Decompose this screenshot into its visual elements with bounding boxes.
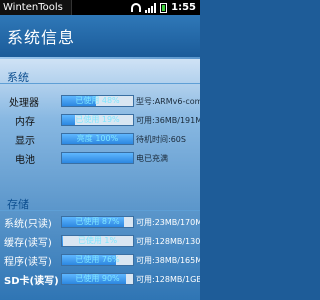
row-battery[interactable]: 电池 电已充满 xyxy=(0,151,200,166)
row-label: SD卡(读写) xyxy=(4,276,59,287)
row-cache-storage[interactable]: 缓存(读写) 已使用 1% 可用:128MB/130MB xyxy=(0,234,200,249)
progress-text: 已使用 87% xyxy=(75,217,120,226)
progress-bar: 亮度 100% xyxy=(61,133,134,145)
row-value: 电已充满 xyxy=(136,154,168,163)
progress-bar xyxy=(61,152,134,164)
row-value: 可用:128MB/130MB xyxy=(136,237,200,246)
row-label: 缓存(读写) xyxy=(4,238,52,249)
progress-text: 已使用 1% xyxy=(77,236,118,245)
row-system-storage[interactable]: 系统(只读) 已使用 87% 可用:23MB/170MB xyxy=(0,215,200,230)
row-cpu[interactable]: 处理器 已使用 48% 型号:ARMv6-compatible xyxy=(0,94,200,109)
progress-text: 已使用 76% xyxy=(75,255,120,264)
row-label: 系统(只读) xyxy=(4,219,52,230)
row-app-storage[interactable]: 程序(读写) 已使用 76% 可用:38MB/165MB xyxy=(0,253,200,268)
row-memory[interactable]: 内存 已使用 19% 可用:36MB/191MB xyxy=(0,113,200,128)
row-label: 处理器 xyxy=(9,98,39,109)
progress-bar: 已使用 1% xyxy=(61,235,134,247)
status-app-name: WintenTools xyxy=(0,0,72,15)
row-value: 待机时间:60S xyxy=(136,135,186,144)
row-label: 内存 xyxy=(15,117,35,128)
row-value: 可用:128MB/1GB xyxy=(136,275,200,284)
row-value: 可用:36MB/191MB xyxy=(136,116,200,125)
progress-fill xyxy=(62,153,133,163)
row-sdcard-storage[interactable]: SD卡(读写) 已使用 90% 可用:128MB/1GB xyxy=(0,272,200,287)
battery-icon xyxy=(160,2,168,13)
wifi-icon xyxy=(131,3,142,12)
progress-bar: 已使用 76% xyxy=(61,254,134,266)
status-bar: WintenTools 1:55 xyxy=(0,0,200,15)
progress-text: 已使用 90% xyxy=(75,274,120,283)
progress-text: 已使用 48% xyxy=(75,96,120,105)
progress-text: 已使用 19% xyxy=(75,115,120,124)
row-value: 型号:ARMv6-compatible xyxy=(136,97,200,106)
progress-bar: 已使用 48% xyxy=(61,95,134,107)
signal-icon xyxy=(145,2,157,13)
row-label: 电池 xyxy=(15,155,35,166)
status-icons: 1:55 xyxy=(131,2,200,13)
row-label: 显示 xyxy=(15,136,35,147)
page-header: 系统信息 xyxy=(0,15,200,59)
row-label: 程序(读写) xyxy=(4,257,52,268)
content-panel: 系统 处理器 已使用 48% 型号:ARMv6-compatible 内存 已使… xyxy=(0,59,200,300)
progress-bar: 已使用 19% xyxy=(61,114,134,126)
section-divider xyxy=(0,83,200,84)
status-clock: 1:55 xyxy=(171,2,196,13)
progress-bar: 已使用 87% xyxy=(61,216,134,228)
section-divider xyxy=(0,210,200,211)
row-value: 可用:38MB/165MB xyxy=(136,256,200,265)
progress-bar: 已使用 90% xyxy=(61,273,134,285)
row-display[interactable]: 显示 亮度 100% 待机时间:60S xyxy=(0,132,200,147)
progress-text: 亮度 100% xyxy=(76,134,119,143)
page-title: 系统信息 xyxy=(7,28,76,47)
row-value: 可用:23MB/170MB xyxy=(136,218,200,227)
